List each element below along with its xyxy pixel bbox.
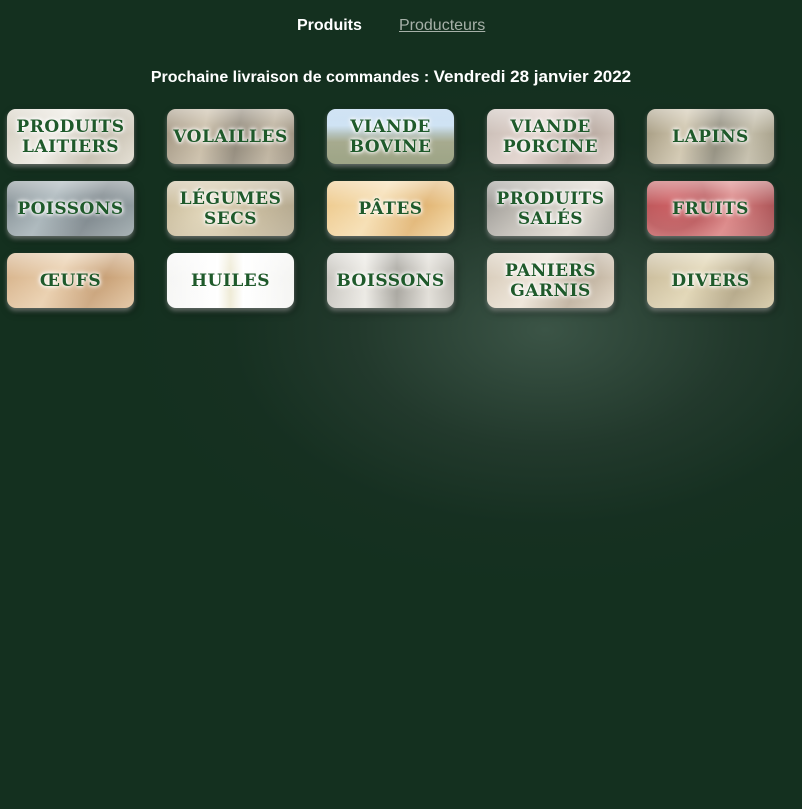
category-label: PÂTES bbox=[358, 198, 423, 219]
category-label: FRUITS bbox=[672, 198, 749, 219]
category-label: PRODUITS LAITIERS bbox=[16, 116, 125, 157]
category-tile-pates[interactable]: PÂTES bbox=[327, 181, 454, 236]
category-tile-oeufs[interactable]: ŒUFS bbox=[7, 253, 134, 308]
top-navigation: Produits Producteurs bbox=[0, 16, 802, 38]
category-tile-legumes-secs[interactable]: LÉGUMES SECS bbox=[167, 181, 294, 236]
category-tile-fruits[interactable]: FRUITS bbox=[647, 181, 774, 236]
category-tile-paniers-garnis[interactable]: PANIERS GARNIS bbox=[487, 253, 614, 308]
category-tile-huiles[interactable]: HUILES bbox=[167, 253, 294, 308]
category-label: VIANDE BOVINE bbox=[349, 116, 432, 157]
category-tile-volailles[interactable]: VOLAILLES bbox=[167, 109, 294, 164]
category-label: POISSONS bbox=[17, 198, 124, 219]
category-label: HUILES bbox=[190, 270, 271, 291]
category-tile-boissons[interactable]: BOISSONS bbox=[327, 253, 454, 308]
category-label: DIVERS bbox=[671, 270, 750, 291]
category-label: BOISSONS bbox=[336, 270, 445, 291]
category-label: VOLAILLES bbox=[173, 126, 288, 147]
category-tile-viande-porcine[interactable]: VIANDE PORCINE bbox=[487, 109, 614, 164]
category-tile-produits-sales[interactable]: PRODUITS SALÉS bbox=[487, 181, 614, 236]
category-label: PANIERS GARNIS bbox=[504, 260, 597, 301]
category-tile-poissons[interactable]: POISSONS bbox=[7, 181, 134, 236]
category-tile-divers[interactable]: DIVERS bbox=[647, 253, 774, 308]
category-label: ŒUFS bbox=[39, 270, 102, 291]
category-tile-lapins[interactable]: LAPINS bbox=[647, 109, 774, 164]
delivery-date: Vendredi 28 janvier 2022 bbox=[433, 67, 632, 86]
category-label: VIANDE PORCINE bbox=[502, 116, 599, 157]
category-label: LÉGUMES SECS bbox=[179, 188, 282, 229]
category-label: LAPINS bbox=[672, 126, 749, 147]
category-tile-viande-bovine[interactable]: VIANDE BOVINE bbox=[327, 109, 454, 164]
next-delivery-banner: Prochaine livraison de commandes : Vendr… bbox=[0, 67, 782, 88]
delivery-label: Prochaine livraison de commandes : bbox=[150, 69, 434, 86]
category-tile-produits-laitiers[interactable]: PRODUITS LAITIERS bbox=[7, 109, 134, 164]
nav-link-products[interactable]: Produits bbox=[297, 16, 362, 36]
nav-link-producers[interactable]: Producteurs bbox=[399, 16, 485, 36]
category-label: PRODUITS SALÉS bbox=[496, 188, 605, 229]
category-grid: PRODUITS LAITIERS VOLAILLES VIANDE BOVIN… bbox=[7, 109, 777, 311]
